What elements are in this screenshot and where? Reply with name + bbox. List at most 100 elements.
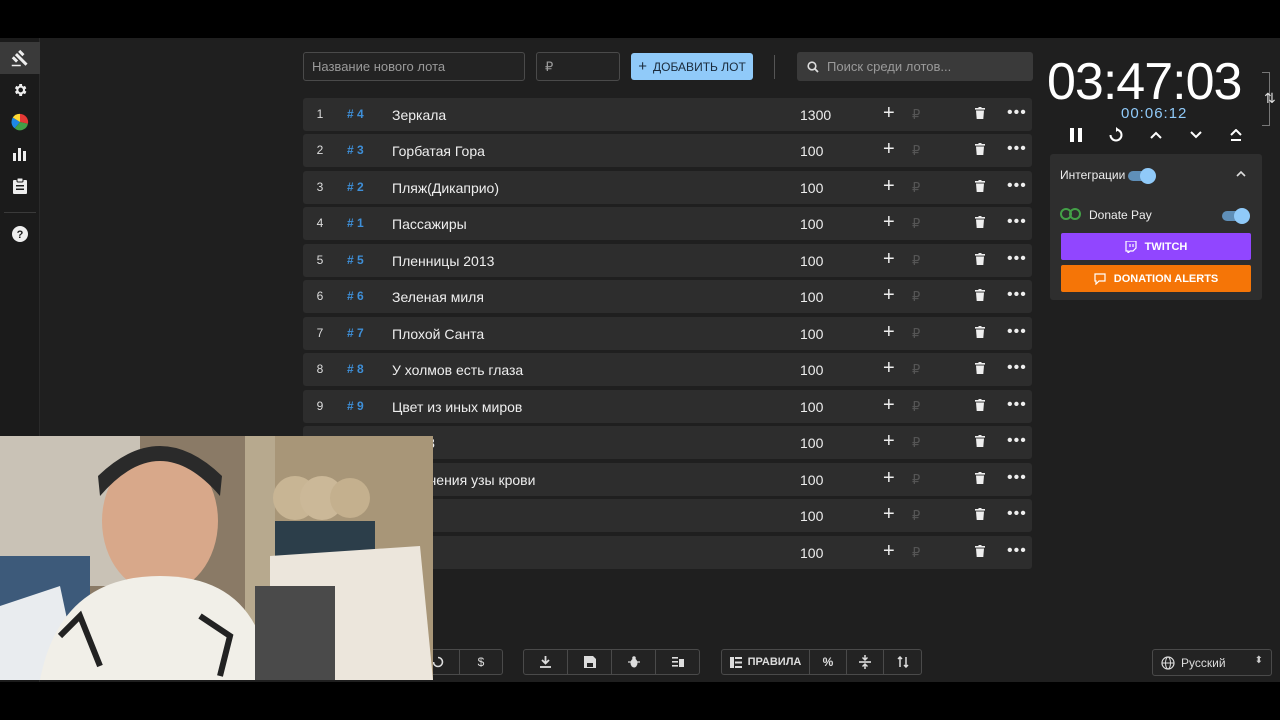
lot-row[interactable]: 7 # 7 Плохой Санта 100 + ₽ ••• bbox=[303, 317, 1032, 350]
lot-amount[interactable]: 100 bbox=[800, 180, 823, 196]
add-amount-button[interactable]: + bbox=[883, 541, 895, 561]
lot-row[interactable]: 6 # 6 Зеленая миля 100 + ₽ ••• bbox=[303, 280, 1032, 313]
delete-lot-button[interactable] bbox=[975, 215, 985, 233]
more-options-button[interactable]: ••• bbox=[1007, 250, 1027, 268]
more-options-button[interactable]: ••• bbox=[1007, 542, 1027, 560]
lot-amount[interactable]: 100 bbox=[800, 472, 823, 488]
add-amount-button[interactable]: + bbox=[883, 139, 895, 159]
sidebar-item-help[interactable]: ? bbox=[0, 218, 40, 250]
delete-lot-button[interactable] bbox=[975, 179, 985, 197]
add-lot-button[interactable]: + ДОБАВИТЬ ЛОТ bbox=[631, 53, 753, 80]
lot-name[interactable]: Зеленая миля bbox=[392, 289, 484, 305]
lot-row[interactable]: 5 # 5 Пленницы 2013 100 + ₽ ••• bbox=[303, 244, 1032, 277]
add-amount-button[interactable]: + bbox=[883, 212, 895, 232]
sidebar-item-auction[interactable] bbox=[0, 42, 40, 74]
add-amount-button[interactable]: + bbox=[883, 176, 895, 196]
search-box[interactable] bbox=[797, 52, 1033, 81]
add-amount-button[interactable]: + bbox=[883, 322, 895, 342]
lot-row[interactable]: 8 # 8 У холмов есть глаза 100 + ₽ ••• bbox=[303, 353, 1032, 386]
collapse-icon[interactable] bbox=[1236, 166, 1246, 180]
add-amount-button[interactable]: + bbox=[883, 103, 895, 123]
more-options-button[interactable]: ••• bbox=[1007, 213, 1027, 231]
donate-pay-toggle[interactable] bbox=[1222, 208, 1250, 224]
delete-lot-button[interactable] bbox=[975, 142, 985, 160]
delete-lot-button[interactable] bbox=[975, 471, 985, 489]
lot-amount[interactable]: 100 bbox=[800, 216, 823, 232]
lot-amount[interactable]: 100 bbox=[800, 399, 823, 415]
add-more-time-button[interactable] bbox=[1224, 124, 1248, 146]
add-amount-button[interactable]: + bbox=[883, 395, 895, 415]
save-button[interactable] bbox=[568, 650, 612, 674]
delete-lot-button[interactable] bbox=[975, 434, 985, 452]
more-options-button[interactable]: ••• bbox=[1007, 432, 1027, 450]
subtract-time-button[interactable] bbox=[1184, 124, 1208, 146]
lot-amount[interactable]: 100 bbox=[800, 508, 823, 524]
sidebar-item-settings[interactable] bbox=[0, 74, 40, 106]
lot-name[interactable]: Зеркала bbox=[392, 107, 446, 123]
lot-name[interactable]: Пленницы 2013 bbox=[392, 253, 494, 269]
add-amount-button[interactable]: + bbox=[883, 285, 895, 305]
swap-timer-icon[interactable]: ⇅ bbox=[1264, 90, 1276, 107]
lot-name[interactable]: Горбатая Гора bbox=[392, 143, 485, 159]
integrations-toggle[interactable] bbox=[1128, 168, 1156, 184]
more-options-button[interactable]: ••• bbox=[1007, 323, 1027, 341]
more-options-button[interactable]: ••• bbox=[1007, 177, 1027, 195]
delete-lot-button[interactable] bbox=[975, 106, 985, 124]
add-amount-button[interactable]: + bbox=[883, 431, 895, 451]
more-options-button[interactable]: ••• bbox=[1007, 505, 1027, 523]
add-amount-button[interactable]: + bbox=[883, 249, 895, 269]
reset-button[interactable] bbox=[1104, 124, 1128, 146]
lot-row[interactable]: 1 # 4 Зеркала 1300 + ₽ ••• bbox=[303, 98, 1032, 131]
add-amount-button[interactable]: + bbox=[883, 358, 895, 378]
download-button[interactable] bbox=[524, 650, 568, 674]
percent-button[interactable]: % bbox=[810, 650, 847, 674]
clear-list-button[interactable] bbox=[656, 650, 699, 674]
add-time-button[interactable] bbox=[1144, 124, 1168, 146]
lot-name[interactable]: Плохой Санта bbox=[392, 326, 484, 342]
lot-amount[interactable]: 100 bbox=[800, 289, 823, 305]
lot-amount[interactable]: 100 bbox=[800, 545, 823, 561]
donation-alerts-button[interactable]: DONATION ALERTS bbox=[1061, 265, 1251, 292]
more-options-button[interactable]: ••• bbox=[1007, 359, 1027, 377]
lot-row[interactable]: 3 # 2 Пляж(Дикаприо) 100 + ₽ ••• bbox=[303, 171, 1032, 204]
delete-lot-button[interactable] bbox=[975, 361, 985, 379]
delete-lot-button[interactable] bbox=[975, 252, 985, 270]
more-options-button[interactable]: ••• bbox=[1007, 469, 1027, 487]
currency-button[interactable]: $ bbox=[460, 650, 502, 674]
language-select[interactable]: Русский ⬍ bbox=[1152, 649, 1272, 676]
lot-amount[interactable]: 100 bbox=[800, 362, 823, 378]
more-options-button[interactable]: ••• bbox=[1007, 396, 1027, 414]
lot-amount[interactable]: 100 bbox=[800, 253, 823, 269]
lot-name[interactable]: Пляж(Дикаприо) bbox=[392, 180, 499, 196]
lot-amount[interactable]: 100 bbox=[800, 435, 823, 451]
delete-lot-button[interactable] bbox=[975, 288, 985, 306]
sort-button[interactable] bbox=[884, 650, 921, 674]
bug-report-button[interactable] bbox=[612, 650, 656, 674]
lot-name[interactable]: У холмов есть глаза bbox=[392, 362, 523, 378]
lot-row[interactable]: 2 # 3 Горбатая Гора 100 + ₽ ••• bbox=[303, 134, 1032, 167]
delete-lot-button[interactable] bbox=[975, 544, 985, 562]
more-options-button[interactable]: ••• bbox=[1007, 286, 1027, 304]
sidebar-item-history[interactable] bbox=[0, 170, 40, 202]
lot-amount[interactable]: 100 bbox=[800, 143, 823, 159]
add-amount-button[interactable]: + bbox=[883, 504, 895, 524]
rules-button[interactable]: ПРАВИЛА bbox=[722, 650, 810, 674]
twitch-button[interactable]: TWITCH bbox=[1061, 233, 1251, 260]
pause-button[interactable] bbox=[1064, 124, 1088, 146]
lot-amount[interactable]: 100 bbox=[800, 326, 823, 342]
sidebar-item-wheel[interactable] bbox=[0, 106, 40, 138]
delete-lot-button[interactable] bbox=[975, 398, 985, 416]
lot-row[interactable]: 9 # 9 Цвет из иных миров 100 + ₽ ••• bbox=[303, 390, 1032, 423]
more-options-button[interactable]: ••• bbox=[1007, 140, 1027, 158]
sidebar-item-stats[interactable] bbox=[0, 138, 40, 170]
lot-name[interactable]: Цвет из иных миров bbox=[392, 399, 522, 415]
compress-button[interactable] bbox=[847, 650, 884, 674]
lot-amount-input[interactable] bbox=[536, 52, 620, 81]
lot-amount[interactable]: 1300 bbox=[800, 107, 831, 123]
lot-name[interactable]: Пассажиры bbox=[392, 216, 467, 232]
lot-row[interactable]: 4 # 1 Пассажиры 100 + ₽ ••• bbox=[303, 207, 1032, 240]
more-options-button[interactable]: ••• bbox=[1007, 104, 1027, 122]
delete-lot-button[interactable] bbox=[975, 507, 985, 525]
add-amount-button[interactable]: + bbox=[883, 468, 895, 488]
lot-name-input[interactable] bbox=[303, 52, 525, 81]
